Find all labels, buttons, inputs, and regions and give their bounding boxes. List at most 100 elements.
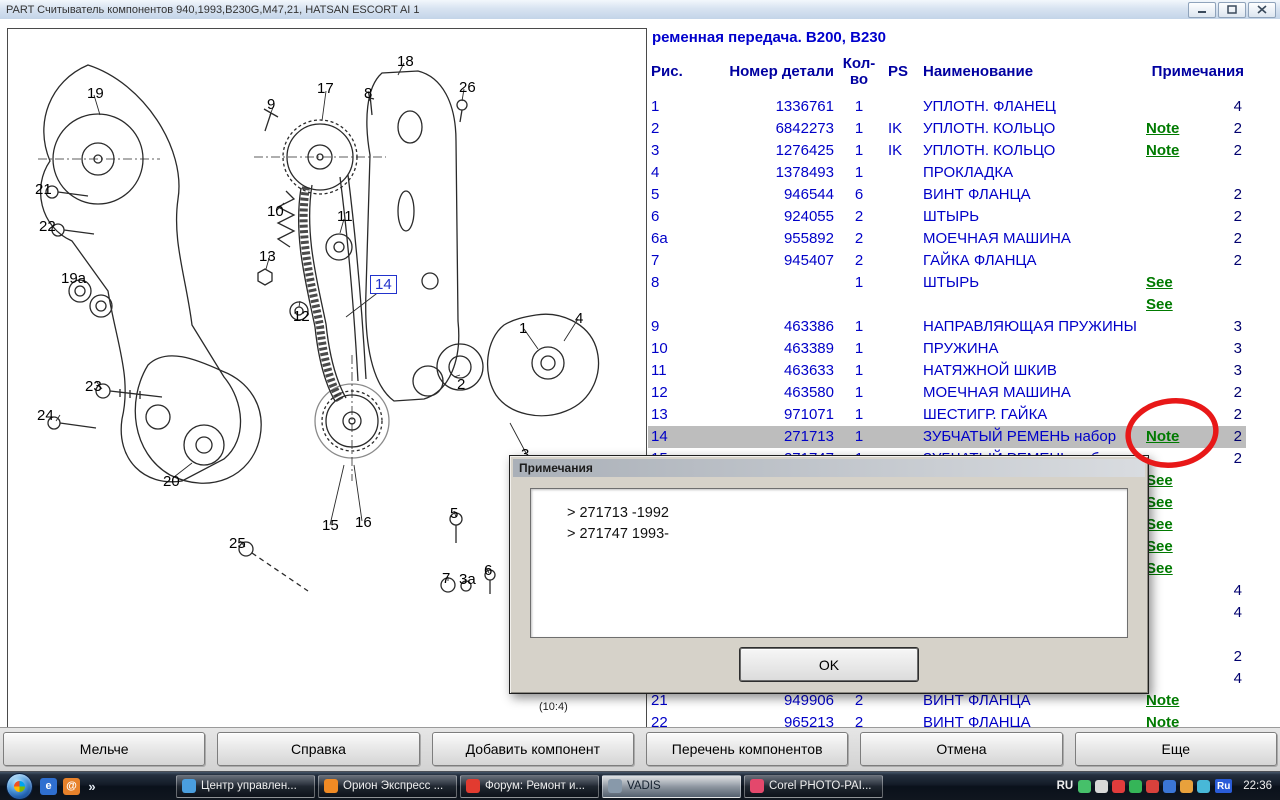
diagram-label-6[interactable]: 6 [483,562,493,579]
table-row[interactable]: 2 6842273 1 IK УПЛОТН. КОЛЬЦО Note 2 [648,118,1246,140]
tray-icon[interactable] [1078,779,1092,793]
diagram-label-19[interactable]: 19 [86,85,105,102]
diagram-label-12[interactable]: 12 [292,308,311,325]
table-row[interactable]: 14 271713 1 ЗУБЧАТЫЙ РЕМЕНЬ набор Note 2 [648,426,1246,448]
table-row[interactable]: 22 965213 2 ВИНТ ФЛАНЦА Note [648,712,1246,727]
table-row[interactable]: 1 1336761 1 УПЛОТН. ФЛАНЕЦ 4 [648,96,1246,118]
taskbar-task[interactable]: Corel PHOTO-PAI... [744,774,883,798]
diagram-label-19a[interactable]: 19a [60,270,87,287]
language-badge-icon[interactable]: Ru [1215,779,1233,793]
minimize-button[interactable] [1188,1,1216,18]
table-row[interactable]: 3 1276425 1 IK УПЛОТН. КОЛЬЦО Note 2 [648,140,1246,162]
dialog-titlebar[interactable]: Примечания [513,459,1145,477]
diagram-label-26[interactable]: 26 [458,79,477,96]
note-link[interactable]: See [1146,272,1213,294]
note-link[interactable]: Note [1146,426,1213,448]
diagram-label-17[interactable]: 17 [316,80,335,97]
tray-icon[interactable] [1146,779,1160,793]
cell-qty: 2 [854,230,864,247]
cell-name: НАПРАВЛЯЮЩАЯ ПРУЖИНЫ [923,318,1137,335]
diagram-label-24[interactable]: 24 [36,407,55,424]
note-link[interactable]: Note [1146,712,1213,727]
tray-icon[interactable] [1112,779,1126,793]
diagram-label-21[interactable]: 21 [34,181,53,198]
table-row[interactable]: 5 946544 6 ВИНТ ФЛАНЦА 2 [648,184,1246,206]
tray-icon[interactable] [1129,779,1143,793]
maximize-button[interactable] [1218,1,1246,18]
cell-note-ref: 2 [1233,186,1242,203]
cell-name: ГАЙКА ФЛАНЦА [923,252,1037,269]
quicklaunch-overflow[interactable]: » [86,778,98,795]
cell-qty: 2 [854,208,864,225]
diagram-label-4[interactable]: 4 [574,310,584,327]
taskbar-task[interactable]: VADIS [602,774,741,798]
tray-icon[interactable] [1163,779,1177,793]
close-button[interactable] [1248,1,1276,18]
note-link[interactable]: See [1146,492,1213,514]
cell-notes: See [1146,558,1213,580]
table-row[interactable]: 4 1378493 1 ПРОКЛАДКА [648,162,1246,184]
command-button[interactable]: Еще [1074,732,1277,766]
table-row[interactable]: 6a 955892 2 МОЕЧНАЯ МАШИНА 2 [648,228,1246,250]
table-row[interactable]: 9 463386 1 НАПРАВЛЯЮЩАЯ ПРУЖИНЫ 3 [648,316,1246,338]
command-button[interactable]: Справка [217,732,420,766]
ok-button[interactable]: OK [740,648,918,681]
cell-name: УПЛОТН. КОЛЬЦО [923,120,1056,137]
command-button[interactable]: Перечень компонентов [645,732,849,766]
taskbar-task[interactable]: Центр управлен... [176,774,315,798]
table-row[interactable]: 7 945407 2 ГАЙКА ФЛАНЦА 2 [648,250,1246,272]
table-row[interactable]: 12 463580 1 МОЕЧНАЯ МАШИНА 2 [648,382,1246,404]
diagram-label-2[interactable]: 2 [456,376,466,393]
command-button[interactable]: Добавить компонент [431,732,634,766]
diagram-label-11[interactable]: 11 [336,208,354,225]
diagram-label-7[interactable]: 7 [441,570,451,587]
note-link[interactable]: See [1146,536,1213,558]
diagram-label-18[interactable]: 18 [396,53,415,70]
tray-icon[interactable] [1095,779,1109,793]
start-button[interactable] [6,772,33,800]
command-button[interactable]: Мельче [3,732,206,766]
command-button[interactable]: Отмена [860,732,1063,766]
table-row[interactable]: 6 924055 2 ШТЫРЬ 2 [648,206,1246,228]
cell-qty: 6 [854,186,864,203]
note-link[interactable]: Note [1146,118,1213,140]
diagram-label-25[interactable]: 25 [228,535,247,552]
taskbar-task[interactable]: Орион Экспресс ... [318,774,457,798]
quicklaunch-icon-1[interactable]: e [40,777,57,795]
language-indicator[interactable]: RU [1057,780,1074,792]
table-row[interactable]: 10 463389 1 ПРУЖИНА 3 [648,338,1246,360]
cell-part-number: 924055 [783,208,834,225]
cell-note-ref: 4 [1233,98,1242,115]
diagram-label-16[interactable]: 16 [354,514,373,531]
cell-part-number: 955892 [783,230,834,247]
diagram-label-15[interactable]: 15 [321,517,340,534]
table-row[interactable]: 11 463633 1 НАТЯЖНОЙ ШКИВ 3 [648,360,1246,382]
taskbar-task[interactable]: Форум: Ремонт и... [460,774,599,798]
note-link[interactable]: See [1146,514,1213,536]
diagram-label-13[interactable]: 13 [258,248,277,265]
diagram-label-22[interactable]: 22 [38,218,57,235]
cell-fig: 14 [651,428,668,445]
note-link[interactable]: See [1146,294,1213,316]
tray-icon[interactable] [1180,779,1194,793]
diagram-label-23[interactable]: 23 [84,378,103,395]
note-link[interactable]: Note [1146,140,1213,162]
diagram-label-8[interactable]: 8 [363,85,373,102]
header-notes: Примечания [1151,63,1244,80]
diagram-label-20[interactable]: 20 [162,473,181,490]
diagram-label-1[interactable]: 1 [518,320,528,337]
diagram-label-3a[interactable]: 3a [458,571,477,588]
note-link[interactable]: See [1146,470,1213,492]
diagram-label-9[interactable]: 9 [266,96,276,113]
table-row[interactable]: 8 1 ШТЫРЬ See See [648,272,1246,316]
diagram-label-5[interactable]: 5 [449,505,459,522]
cell-name: ВИНТ ФЛАНЦА [923,186,1031,203]
quicklaunch-icon-2[interactable]: @ [63,777,80,795]
diagram-label-14[interactable]: 14 [370,275,397,294]
diagram-label-10[interactable]: 10 [266,203,285,220]
note-link[interactable]: See [1146,558,1213,580]
header-name: Наименование [923,63,1034,80]
note-link[interactable]: Note [1146,690,1213,712]
tray-icon[interactable] [1197,779,1211,793]
table-row[interactable]: 13 971071 1 ШЕСТИГР. ГАЙКА 2 [648,404,1246,426]
